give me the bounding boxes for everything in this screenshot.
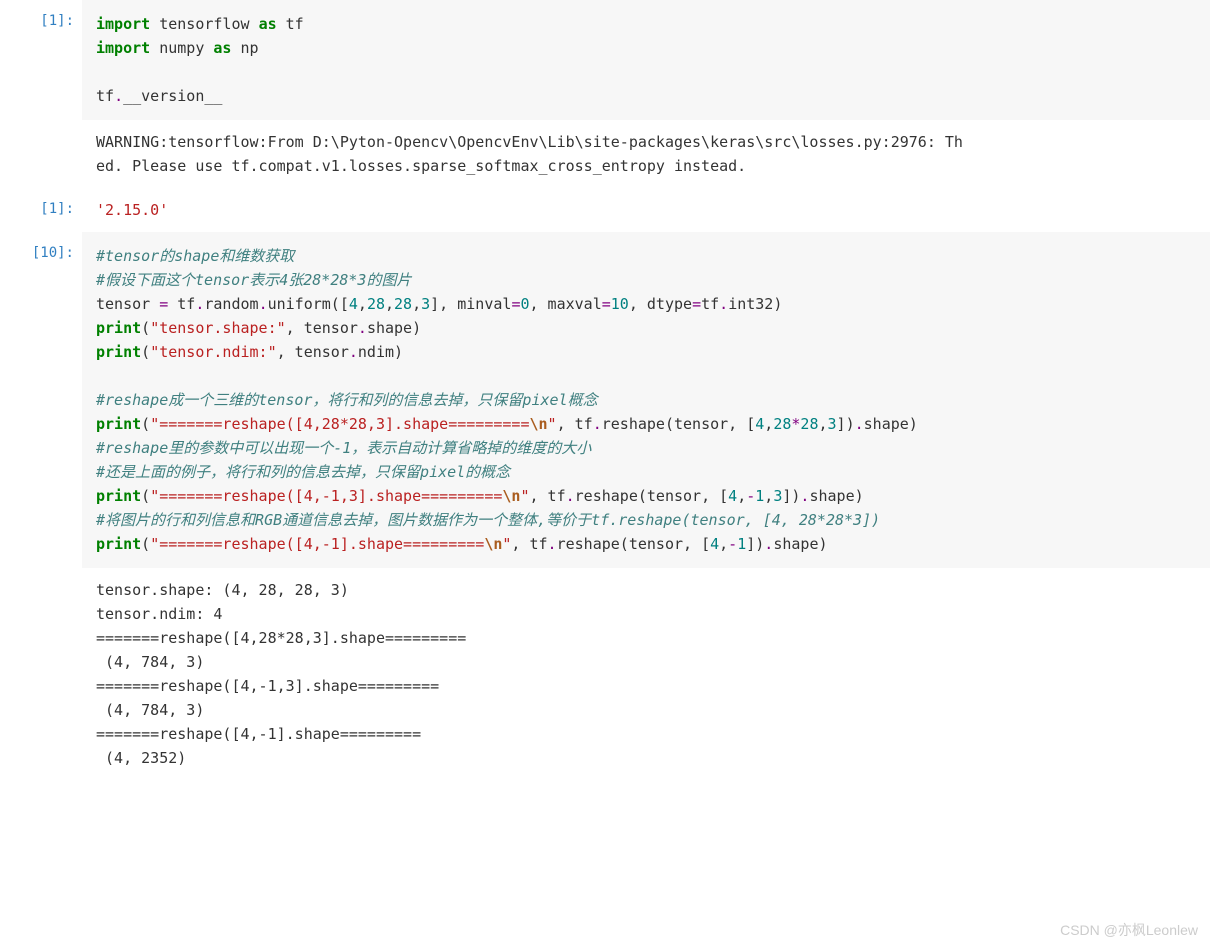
watermark: CSDN @亦枫Leonlew xyxy=(1060,919,1198,941)
cell-2-output: tensor.shape: (4, 28, 28, 3) tensor.ndim… xyxy=(0,568,1210,780)
cell-1-content: import tensorflow as tf import numpy as … xyxy=(82,0,1210,120)
cell-2-output-content: tensor.shape: (4, 28, 28, 3) tensor.ndim… xyxy=(82,568,1210,780)
cell-2-code[interactable]: #tensor的shape和维数获取 #假设下面这个tensor表示4张28*2… xyxy=(82,232,1210,568)
cell-1-output-prompt: [1]: xyxy=(0,188,82,232)
cell-1-output-text: '2.15.0' xyxy=(82,188,1210,232)
cell-1-warning-prompt xyxy=(0,120,82,188)
cell-1-code[interactable]: import tensorflow as tf import numpy as … xyxy=(82,0,1210,120)
cell-2-input: [10]: #tensor的shape和维数获取 #假设下面这个tensor表示… xyxy=(0,232,1210,568)
cell-2-prompt: [10]: xyxy=(0,232,82,568)
cell-1-warning: WARNING:tensorflow:From D:\Pyton-Opencv\… xyxy=(0,120,1210,188)
cell-1-output: [1]: '2.15.0' xyxy=(0,188,1210,232)
cell-1-prompt: [1]: xyxy=(0,0,82,120)
cell-1-warning-text: WARNING:tensorflow:From D:\Pyton-Opencv\… xyxy=(82,120,1210,188)
cell-2-output-text: tensor.shape: (4, 28, 28, 3) tensor.ndim… xyxy=(82,568,1210,780)
cell-2-content: #tensor的shape和维数获取 #假设下面这个tensor表示4张28*2… xyxy=(82,232,1210,568)
cell-2-output-prompt xyxy=(0,568,82,780)
cell-1-input: [1]: import tensorflow as tf import nump… xyxy=(0,0,1210,120)
cell-1-output-content: '2.15.0' xyxy=(82,188,1210,232)
cell-1-warning-content: WARNING:tensorflow:From D:\Pyton-Opencv\… xyxy=(82,120,1210,188)
